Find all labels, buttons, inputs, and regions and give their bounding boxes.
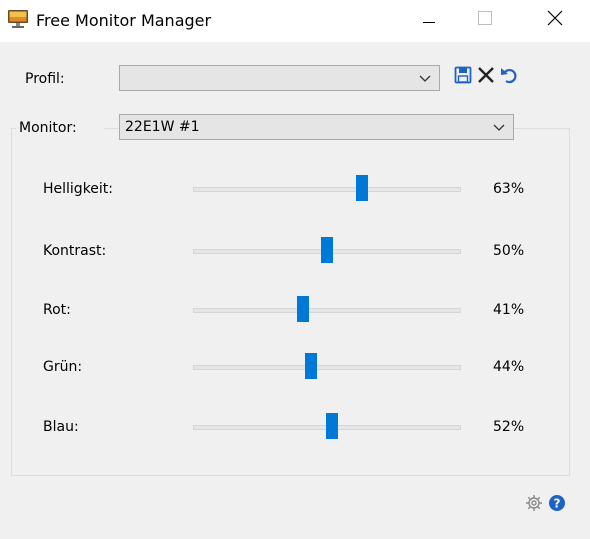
brightness-row: Helligkeit: 63%: [0, 175, 590, 205]
minimize-icon: [423, 12, 435, 28]
profile-select[interactable]: [119, 65, 440, 91]
red-slider-thumb[interactable]: [296, 296, 309, 322]
brightness-label: Helligkeit:: [43, 181, 114, 197]
brightness-slider[interactable]: [193, 187, 461, 192]
red-slider[interactable]: [193, 308, 461, 313]
green-value: 44%: [493, 359, 525, 375]
green-row: Grün: 44%: [0, 353, 590, 383]
chevron-down-icon: [419, 72, 431, 82]
contrast-row: Kontrast: 50%: [0, 237, 590, 267]
red-value: 41%: [493, 302, 525, 318]
green-label: Grün:: [43, 359, 83, 375]
minimize-button[interactable]: [406, 0, 452, 40]
blue-value: 52%: [493, 419, 525, 435]
monitor-app-icon: [7, 9, 29, 29]
window-title: Free Monitor Manager: [36, 11, 212, 30]
red-row: Rot: 41%: [0, 296, 590, 326]
green-slider[interactable]: [193, 365, 461, 370]
settings-icon[interactable]: [525, 494, 543, 512]
maximize-icon: [478, 11, 492, 29]
title-bar[interactable]: Free Monitor Manager: [0, 0, 590, 42]
brightness-value: 63%: [493, 181, 525, 197]
contrast-slider-thumb[interactable]: [321, 237, 333, 263]
delete-icon[interactable]: [477, 66, 495, 84]
maximize-button[interactable]: [462, 0, 508, 40]
brightness-slider-thumb[interactable]: [355, 175, 368, 201]
svg-text:?: ?: [554, 497, 561, 511]
help-icon[interactable]: ?: [548, 494, 566, 512]
blue-row: Blau: 52%: [0, 413, 590, 443]
contrast-label: Kontrast:: [43, 243, 107, 259]
monitor-select[interactable]: 22E1W #1: [119, 114, 514, 140]
undo-icon[interactable]: [500, 66, 518, 84]
red-label: Rot:: [43, 302, 71, 318]
close-icon: [547, 10, 563, 30]
chevron-down-icon: [493, 121, 505, 131]
monitor-select-value: 22E1W #1: [125, 119, 200, 135]
profile-label: Profil:: [25, 71, 65, 87]
close-button[interactable]: [532, 0, 578, 40]
save-icon[interactable]: [454, 66, 472, 84]
contrast-value: 50%: [493, 243, 525, 259]
monitor-label: Monitor:: [19, 120, 77, 136]
blue-label: Blau:: [43, 419, 79, 435]
blue-slider-thumb[interactable]: [326, 413, 339, 439]
green-slider-thumb[interactable]: [304, 353, 317, 379]
